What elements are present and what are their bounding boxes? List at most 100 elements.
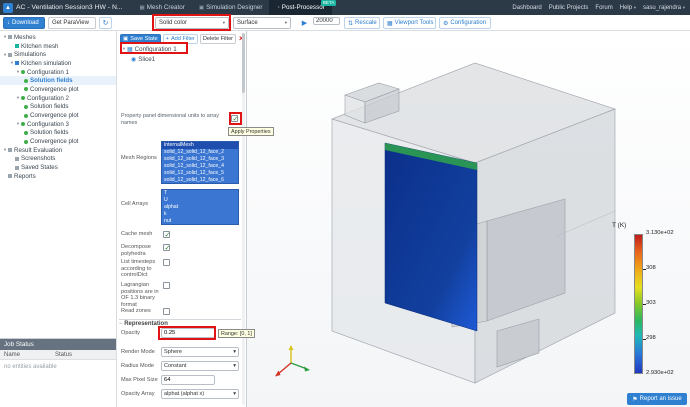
save-state-button[interactable]: ▣ Save State — [120, 34, 161, 44]
representation-select[interactable]: Surface ▾ — [233, 17, 291, 29]
list-item[interactable]: alphat — [162, 204, 238, 211]
read-zones-checkbox[interactable] — [163, 308, 170, 315]
lagrangian-positions-checkbox[interactable] — [163, 282, 170, 289]
apply-properties-tooltip: Apply Properties — [228, 127, 274, 136]
tree-item-solution-fields-1[interactable]: Solution fields — [0, 76, 116, 85]
list-item[interactable]: solid_12_solid_12_face_6 — [162, 177, 238, 184]
configuration-button[interactable]: ⚙ Configuration — [439, 17, 491, 29]
solution-fields-icon — [24, 105, 28, 109]
job-status-columns: Name Status — [0, 350, 116, 360]
nav-help[interactable]: Help ▾ — [620, 5, 636, 11]
max-pixel-size-row: Max Pixel Size — [117, 375, 243, 387]
list-item[interactable]: solid_12_solid_12_face_5 — [162, 170, 238, 177]
eye-icon[interactable]: ◉ — [131, 56, 136, 63]
panel-scrollbar[interactable] — [242, 33, 245, 405]
tree-item-simulations[interactable]: ▾Simulations — [0, 50, 116, 59]
render-viewport[interactable]: T (K) 3.130e+02 308 303 298 2.930e+02 — [247, 31, 690, 407]
tree-item-kitchen-mesh[interactable]: Kitchen mesh — [0, 42, 116, 51]
legend-title: T (K) — [612, 222, 688, 229]
play-icon: ▶ — [302, 19, 307, 27]
scrollbar-thumb[interactable] — [242, 33, 245, 93]
color-by-select[interactable]: Solid color ▾ — [155, 17, 229, 29]
cell-arrays-row: Cell Arrays T U alphat k nut — [117, 189, 243, 227]
option-label: Cache mesh — [121, 231, 159, 238]
nav-dashboard[interactable]: Dashboard — [512, 5, 541, 11]
check-circle-icon — [21, 122, 25, 126]
timestep-input[interactable] — [313, 17, 340, 25]
tree-item-result-evaluation[interactable]: ▾Result Evaluation — [0, 146, 116, 155]
mesh-regions-label: Mesh Regions — [121, 155, 159, 162]
tree-item-solution-fields-3[interactable]: Solution fields — [0, 129, 116, 138]
list-item[interactable]: solid_12_solid_12_face_2 — [162, 149, 238, 156]
tree-item-reports[interactable]: Reports — [0, 172, 116, 181]
list-item[interactable]: internalMesh — [162, 142, 238, 149]
cell-arrays-listbox[interactable]: T U alphat k nut — [161, 189, 239, 225]
chevron-down-icon: ▾ — [233, 391, 236, 397]
mesh-regions-listbox[interactable]: internalMesh solid_12_solid_12_face_2 so… — [161, 141, 239, 184]
tree-item-screenshots[interactable]: Screenshots — [0, 155, 116, 164]
list-item[interactable]: T — [162, 190, 238, 197]
collapse-icon[interactable]: − — [119, 321, 123, 327]
tree-item-kitchen-simulation[interactable]: ▾Kitchen simulation — [0, 59, 116, 68]
user-menu[interactable]: sasu_rajendra ▾ — [643, 5, 685, 11]
list-item[interactable]: solid_12_solid_12_face_3 — [162, 156, 238, 163]
cache-mesh-checkbox[interactable] — [163, 231, 170, 238]
decompose-polyhedra-checkbox[interactable] — [163, 244, 170, 251]
nav-public-projects[interactable]: Public Projects — [549, 5, 589, 11]
representation-section-header[interactable]: − Representation — [119, 319, 241, 327]
property-panel-hint: Property panel dimensional units to arra… — [121, 113, 225, 127]
play-button[interactable]: ▶ — [298, 17, 311, 29]
chevron-down-icon: ▾ — [223, 20, 225, 26]
max-pixel-size-input[interactable] — [161, 375, 215, 385]
rescale-label: Rescale — [355, 20, 377, 26]
opacity-array-label: Opacity Array — [121, 391, 159, 398]
legend-tick: 308 — [646, 265, 656, 271]
tree-item-saved-states[interactable]: Saved States — [0, 163, 116, 172]
tree-item-meshes[interactable]: ▾Meshes — [0, 33, 116, 42]
apply-properties-checkbox[interactable] — [231, 115, 238, 122]
app-logo-icon[interactable]: ▲ — [3, 3, 13, 13]
tree-item-convergence-plot-3[interactable]: Convergence plot — [0, 137, 116, 146]
nav-forum[interactable]: Forum — [595, 5, 612, 11]
radius-mode-row: Radius Mode Constant ▾ — [117, 361, 243, 373]
download-icon: ↓ — [7, 20, 10, 26]
tree-item-configuration-3[interactable]: ▾Configuration 3 — [0, 120, 116, 129]
refresh-button[interactable]: ↻ — [99, 17, 112, 29]
tree-item-convergence-plot-1[interactable]: Convergence plot — [0, 85, 116, 94]
add-filter-button[interactable]: + Add Filter — [163, 34, 198, 44]
saved-states-icon — [15, 166, 19, 170]
temperature-slice — [385, 143, 477, 331]
radius-mode-select[interactable]: Constant ▾ — [161, 361, 239, 371]
list-item[interactable]: solid_12_solid_12_face_4 — [162, 163, 238, 170]
scene-3d — [247, 31, 690, 407]
report-issue-button[interactable]: ⚑ Report an issue — [627, 393, 687, 405]
tab-simulation-designer[interactable]: ▣ Simulation Designer — [192, 0, 270, 15]
tree-item-configuration-2[interactable]: ▾Configuration 2 — [0, 94, 116, 103]
list-item[interactable]: U — [162, 197, 238, 204]
tree-item-convergence-plot-2[interactable]: Convergence plot — [0, 111, 116, 120]
delete-filter-button[interactable]: Delete Filter — [200, 34, 236, 44]
list-item[interactable]: nut — [162, 218, 238, 225]
list-timesteps-checkbox[interactable] — [163, 259, 170, 266]
radius-mode-label: Radius Mode — [121, 363, 159, 370]
pipeline-item-slice1[interactable]: ◉ Slice1 — [121, 54, 243, 64]
tab-post-processor[interactable]: ◔ Post-Processor BETA — [269, 0, 331, 15]
tab-mesh-creator[interactable]: ▦ Mesh Creator — [133, 0, 192, 15]
rescale-button[interactable]: ⇅ Rescale — [344, 17, 380, 29]
tree-item-configuration-1[interactable]: ▾Configuration 1 — [0, 68, 116, 77]
download-button[interactable]: ↓ Download — [3, 17, 45, 29]
mesh-icon — [15, 44, 19, 48]
opacity-input[interactable] — [161, 328, 215, 338]
result-evaluation-icon — [8, 148, 12, 152]
column-status: Status — [55, 352, 72, 358]
pipeline-item-configuration-1[interactable]: ▾ ▦ Configuration 1 — [121, 44, 243, 54]
list-item[interactable]: k — [162, 211, 238, 218]
viewport-tools-button[interactable]: ▦ Viewport Tools — [383, 17, 436, 29]
render-mode-select[interactable]: Sphere ▾ — [161, 347, 239, 357]
tab-label: Mesh Creator — [147, 4, 185, 11]
tree-item-solution-fields-2[interactable]: Solution fields — [0, 103, 116, 112]
delete-filter-label: Delete Filter — [203, 36, 233, 42]
render-mode-label: Render Mode — [121, 349, 159, 356]
get-paraview-button[interactable]: Get ParaView — [48, 17, 96, 29]
opacity-array-select[interactable]: alphat (alphat x) ▾ — [161, 389, 239, 399]
